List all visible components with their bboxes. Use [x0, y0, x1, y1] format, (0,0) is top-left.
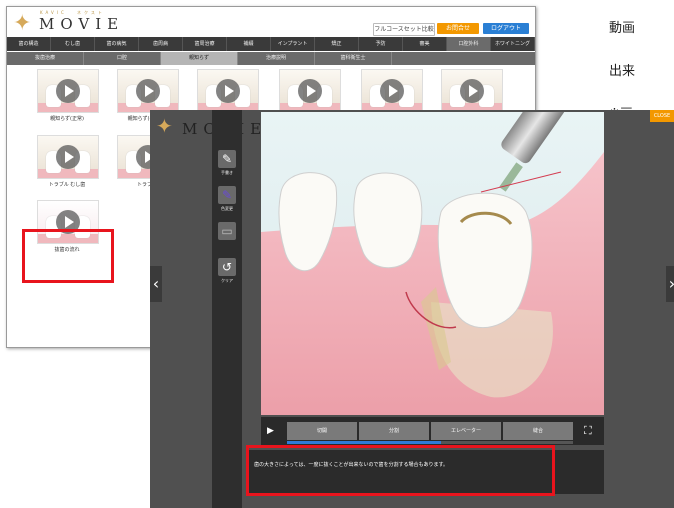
color-pen-icon[interactable]: ✎	[218, 186, 236, 204]
highlight-box-description	[246, 445, 555, 496]
thumbnail-caption: トラブル むし歯	[48, 182, 86, 188]
next-video-button[interactable]: ›	[666, 266, 674, 302]
nav-main-item[interactable]: 審美	[403, 37, 447, 51]
play-icon[interactable]	[460, 79, 484, 103]
chapter-suture-button[interactable]: 縫合	[503, 422, 573, 440]
video-frame[interactable]	[261, 112, 604, 415]
highlight-box-thumbnail	[22, 229, 114, 283]
video-thumbnail[interactable]	[279, 69, 341, 113]
color-pen-label: 色変更	[221, 206, 233, 211]
nav-main-item[interactable]: 補綴	[227, 37, 271, 51]
thumbnail-caption: 親知らず(正常)	[50, 116, 84, 122]
nav-sub-item[interactable]: 口腔	[84, 52, 161, 65]
nav-main-item[interactable]: 歯の構造	[7, 37, 51, 51]
nav-main-item[interactable]: 歯周病	[139, 37, 183, 51]
fullscreen-icon[interactable]: ⛶	[584, 424, 592, 438]
nav-main-item[interactable]: 矯正	[315, 37, 359, 51]
logo-star-icon: ✦	[13, 11, 32, 36]
prev-video-button[interactable]: ‹	[150, 266, 162, 302]
play-icon[interactable]	[56, 145, 80, 169]
extraction-illustration	[261, 112, 604, 415]
play-icon[interactable]: ▶	[267, 426, 274, 436]
main-category-nav: 歯の構造 むし歯 歯の病気 歯周病 歯周治療 補綴 インプラント 矯正 予防 審美 口腔外科 ホワイト…	[7, 37, 535, 51]
pencil-icon[interactable]: ✎	[218, 150, 236, 168]
play-icon[interactable]	[56, 79, 80, 103]
play-icon[interactable]	[380, 79, 404, 103]
chapter-elevator-button[interactable]: エレベーター	[431, 422, 501, 440]
nav-main-item[interactable]: 口腔外科	[447, 37, 491, 51]
nav-main-item[interactable]: インプラント	[271, 37, 315, 51]
undo-icon[interactable]: ↺	[218, 258, 236, 276]
side-text-line-1: 動画	[609, 21, 636, 36]
compare-button[interactable]: フルコースセット比較	[373, 23, 435, 36]
video-thumbnail[interactable]	[361, 69, 423, 113]
play-icon[interactable]	[216, 79, 240, 103]
nav-sub-item[interactable]: 治療説明	[238, 52, 315, 65]
video-thumbnail[interactable]	[197, 69, 259, 113]
sub-category-nav: 抜歯治療 口腔 親知らず 治療説明 歯科衛生士	[7, 52, 535, 65]
pencil-label: 手書き	[221, 170, 233, 175]
play-icon[interactable]	[298, 79, 322, 103]
clear-label: クリア	[221, 278, 233, 283]
video-thumbnail[interactable]	[441, 69, 503, 113]
video-thumbnail[interactable]	[37, 69, 99, 113]
nav-main-item[interactable]: 歯の病気	[95, 37, 139, 51]
logout-button[interactable]: ログアウト	[483, 23, 529, 34]
eraser-icon[interactable]: ▭	[218, 222, 236, 240]
logo-title: MOVIE	[39, 15, 125, 33]
nav-sub-item[interactable]: 親知らず	[161, 52, 238, 65]
nav-main-item[interactable]: 予防	[359, 37, 403, 51]
contact-button[interactable]: お問合せ	[437, 23, 479, 34]
nav-main-item[interactable]: ホワイトニング	[491, 37, 535, 51]
chapter-incision-button[interactable]: 切開	[287, 422, 357, 440]
video-thumbnail[interactable]	[37, 135, 99, 179]
progress-fill	[287, 441, 441, 444]
close-button[interactable]: CLOSE	[650, 110, 674, 122]
side-text-line-2: 出来	[609, 64, 636, 79]
nav-main-item[interactable]: 歯周治療	[183, 37, 227, 51]
nav-main-item[interactable]: むし歯	[51, 37, 95, 51]
video-thumbnail[interactable]	[117, 69, 179, 113]
chapter-split-button[interactable]: 分割	[359, 422, 429, 440]
nav-sub-item[interactable]: 歯科衛生士	[315, 52, 392, 65]
nav-sub-item[interactable]: 抜歯治療	[7, 52, 84, 65]
player-logo-star-icon: ✦	[156, 114, 173, 138]
play-icon[interactable]	[136, 79, 160, 103]
